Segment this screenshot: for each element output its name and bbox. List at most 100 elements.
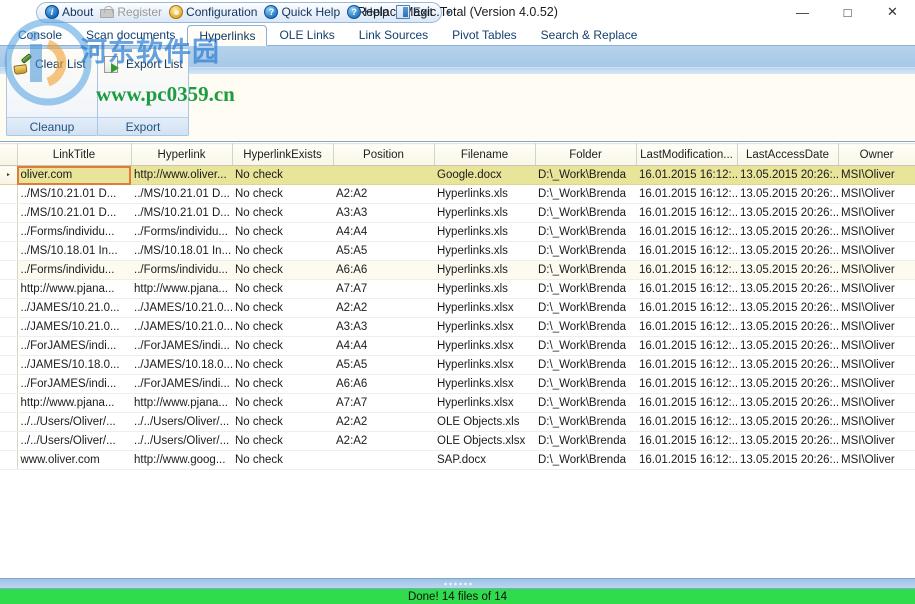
- table-cell[interactable]: 16.01.2015 16:12:...: [636, 374, 737, 394]
- table-cell[interactable]: MSI\Oliver: [838, 393, 915, 413]
- table-cell[interactable]: 13.05.2015 20:26:...: [737, 184, 838, 204]
- table-cell[interactable]: 13.05.2015 20:26:...: [737, 317, 838, 337]
- table-cell[interactable]: MSI\Oliver: [838, 450, 915, 470]
- tab-ole-links[interactable]: OLE Links: [267, 24, 346, 45]
- table-cell[interactable]: No check: [232, 336, 333, 356]
- minimize-button[interactable]: —: [780, 0, 825, 24]
- table-row[interactable]: ../Forms/individu... ../Forms/individu...…: [0, 260, 915, 280]
- table-row[interactable]: http://www.pjana... http://www.pjana... No…: [0, 393, 915, 413]
- table-cell[interactable]: D:\_Work\Brenda: [535, 393, 636, 413]
- table-cell[interactable]: www.oliver.com: [17, 450, 131, 470]
- table-cell[interactable]: No check: [232, 412, 333, 432]
- column-header-position[interactable]: Position: [333, 143, 435, 166]
- table-cell[interactable]: ../ForJAMES/indi...: [17, 336, 131, 356]
- table-cell[interactable]: 13.05.2015 20:26:...: [737, 450, 838, 470]
- table-cell[interactable]: D:\_Work\Brenda: [535, 317, 636, 337]
- table-cell[interactable]: A2:A2: [333, 184, 434, 204]
- column-header-lastaccessdate[interactable]: LastAccessDate: [737, 143, 839, 166]
- table-cell[interactable]: A5:A5: [333, 355, 434, 375]
- table-cell[interactable]: A6:A6: [333, 260, 434, 280]
- table-cell[interactable]: No check: [232, 222, 333, 242]
- table-cell[interactable]: 16.01.2015 16:12:...: [636, 222, 737, 242]
- table-cell[interactable]: 16.01.2015 16:12:...: [636, 184, 737, 204]
- table-cell[interactable]: 16.01.2015 16:12:...: [636, 279, 737, 299]
- table-cell[interactable]: No check: [232, 203, 333, 223]
- table-cell[interactable]: A2:A2: [333, 412, 434, 432]
- table-row[interactable]: ‣ oliver.com http://www.oliver... No check G…: [0, 165, 915, 185]
- table-cell[interactable]: 13.05.2015 20:26:...: [737, 279, 838, 299]
- table-cell[interactable]: 16.01.2015 16:12:...: [636, 393, 737, 413]
- column-header-hyperlinkexists[interactable]: HyperlinkExists: [232, 143, 334, 166]
- table-cell[interactable]: No check: [232, 260, 333, 280]
- table-cell[interactable]: ../../Users/Oliver/...: [131, 412, 232, 432]
- table-cell[interactable]: MSI\Oliver: [838, 355, 915, 375]
- table-cell[interactable]: ../MS/10.21.01 D...: [17, 184, 131, 204]
- table-cell[interactable]: A4:A4: [333, 336, 434, 356]
- table-cell[interactable]: ../MS/10.18.01 In...: [131, 241, 232, 261]
- clear-list-button[interactable]: Clear List: [11, 53, 88, 75]
- table-cell[interactable]: MSI\Oliver: [838, 165, 915, 185]
- table-cell[interactable]: No check: [232, 450, 333, 470]
- menu-item-quick-help[interactable]: Quick Help: [262, 4, 344, 20]
- table-cell[interactable]: MSI\Oliver: [838, 317, 915, 337]
- menu-item-register[interactable]: Register: [98, 4, 166, 20]
- table-cell[interactable]: oliver.com: [17, 165, 131, 185]
- table-cell[interactable]: A3:A3: [333, 203, 434, 223]
- table-cell[interactable]: 16.01.2015 16:12:...: [636, 450, 737, 470]
- menu-item-configuration[interactable]: Configuration: [167, 4, 261, 20]
- table-row[interactable]: http://www.pjana... http://www.pjana... No…: [0, 279, 915, 299]
- table-cell[interactable]: D:\_Work\Brenda: [535, 336, 636, 356]
- table-cell[interactable]: Hyperlinks.xlsx: [434, 336, 535, 356]
- table-row[interactable]: ../ForJAMES/indi... ../ForJAMES/indi... No…: [0, 374, 915, 394]
- table-cell[interactable]: MSI\Oliver: [838, 374, 915, 394]
- table-cell[interactable]: A2:A2: [333, 431, 434, 451]
- table-cell[interactable]: http://www.pjana...: [131, 393, 232, 413]
- table-cell[interactable]: ../ForJAMES/indi...: [131, 374, 232, 394]
- table-row[interactable]: ../../Users/Oliver/... ../../Users/Oliver…: [0, 412, 915, 432]
- table-cell[interactable]: 16.01.2015 16:12:...: [636, 203, 737, 223]
- table-row[interactable]: ../Forms/individu... ../Forms/individu...…: [0, 222, 915, 242]
- table-row[interactable]: www.oliver.com http://www.goog... No check…: [0, 450, 915, 470]
- table-cell[interactable]: No check: [232, 279, 333, 299]
- table-cell[interactable]: No check: [232, 431, 333, 451]
- table-cell[interactable]: MSI\Oliver: [838, 431, 915, 451]
- close-button[interactable]: ✕: [870, 0, 915, 24]
- tab-hyperlinks[interactable]: Hyperlinks: [187, 25, 268, 46]
- table-cell[interactable]: ../Forms/individu...: [17, 222, 131, 242]
- table-cell[interactable]: ../Forms/individu...: [131, 222, 232, 242]
- table-cell[interactable]: 13.05.2015 20:26:...: [737, 241, 838, 261]
- table-cell[interactable]: MSI\Oliver: [838, 203, 915, 223]
- table-row[interactable]: ../../Users/Oliver/... ../../Users/Oliver…: [0, 431, 915, 451]
- table-cell[interactable]: D:\_Work\Brenda: [535, 431, 636, 451]
- table-cell[interactable]: A5:A5: [333, 241, 434, 261]
- table-cell[interactable]: Hyperlinks.xls: [434, 241, 535, 261]
- table-cell[interactable]: 13.05.2015 20:26:...: [737, 298, 838, 318]
- table-row[interactable]: ../MS/10.21.01 D... ../MS/10.21.01 D... No…: [0, 184, 915, 204]
- table-row[interactable]: ../MS/10.18.01 In... ../MS/10.18.01 In...…: [0, 241, 915, 261]
- hyperlinks-grid-container[interactable]: LinkTitle Hyperlink HyperlinkExists Posi…: [0, 142, 915, 578]
- table-cell[interactable]: ../JAMES/10.21.0...: [131, 317, 232, 337]
- table-cell[interactable]: No check: [232, 374, 333, 394]
- table-cell[interactable]: ../../Users/Oliver/...: [131, 431, 232, 451]
- table-cell[interactable]: MSI\Oliver: [838, 184, 915, 204]
- table-cell[interactable]: 13.05.2015 20:26:...: [737, 374, 838, 394]
- table-cell[interactable]: A3:A3: [333, 317, 434, 337]
- table-cell[interactable]: MSI\Oliver: [838, 222, 915, 242]
- table-cell[interactable]: 16.01.2015 16:12:...: [636, 412, 737, 432]
- column-header-filename[interactable]: Filename: [434, 143, 536, 166]
- table-cell[interactable]: OLE Objects.xlsx: [434, 431, 535, 451]
- table-cell[interactable]: 13.05.2015 20:26:...: [737, 336, 838, 356]
- table-cell[interactable]: ../JAMES/10.21.0...: [17, 317, 131, 337]
- table-cell[interactable]: ../MS/10.21.01 D...: [131, 203, 232, 223]
- table-cell[interactable]: http://www.pjana...: [17, 279, 131, 299]
- table-cell[interactable]: http://www.goog...: [131, 450, 232, 470]
- table-cell[interactable]: ../MS/10.21.01 D...: [17, 203, 131, 223]
- table-cell[interactable]: No check: [232, 393, 333, 413]
- table-cell[interactable]: 13.05.2015 20:26:...: [737, 431, 838, 451]
- tab-pivot-tables[interactable]: Pivot Tables: [440, 24, 528, 45]
- table-cell[interactable]: Hyperlinks.xls: [434, 222, 535, 242]
- table-cell[interactable]: D:\_Work\Brenda: [535, 374, 636, 394]
- table-cell[interactable]: 13.05.2015 20:26:...: [737, 355, 838, 375]
- menu-item-about[interactable]: About: [43, 4, 97, 20]
- table-cell[interactable]: D:\_Work\Brenda: [535, 203, 636, 223]
